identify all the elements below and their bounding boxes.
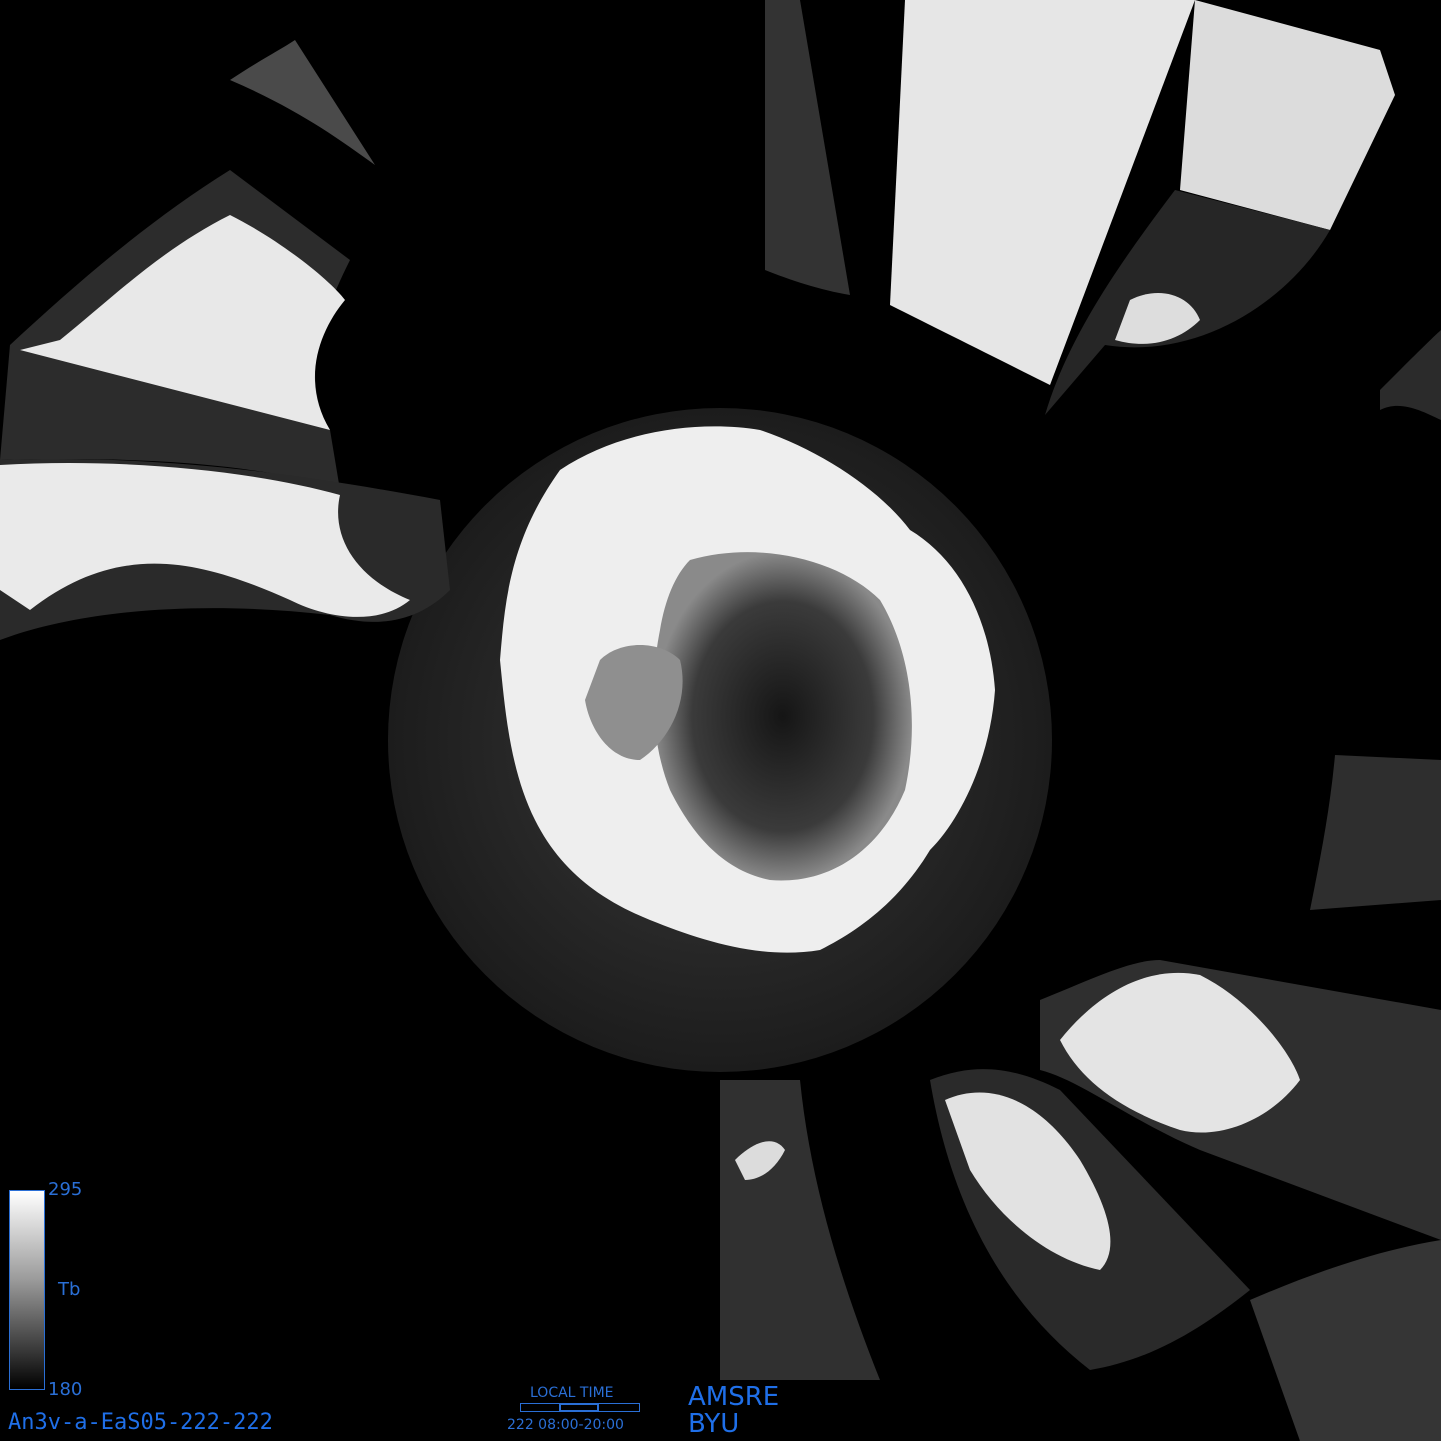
swath-top-center: [765, 0, 850, 295]
colorbar-max-label: 295: [48, 1179, 83, 1200]
local-time-range: 222 08:00-20:00: [507, 1417, 624, 1433]
swath-right-mid: [1310, 755, 1441, 910]
swath-top-right: [1180, 0, 1395, 230]
colorbar: [9, 1190, 45, 1390]
swath-bottom-right-corner: [1250, 1240, 1441, 1441]
swath-bottom-center: [720, 1080, 880, 1380]
map-canvas: 295 Tb 180 An3v-a-EaS05-222-222 LOCAL TI…: [0, 0, 1441, 1441]
product-id-label: An3v-a-EaS05-222-222: [8, 1410, 273, 1435]
local-time-title: LOCAL TIME: [530, 1385, 614, 1401]
colorbar-min-label: 180: [48, 1379, 83, 1400]
swath-top-left-small: [230, 40, 375, 165]
local-time-window: [559, 1403, 599, 1412]
local-time-bar: [520, 1403, 640, 1412]
organization-name: BYU: [688, 1409, 740, 1439]
swath-mosaic: [0, 0, 1441, 1441]
colorbar-unit-label: Tb: [58, 1279, 81, 1300]
sensor-name: AMSRE: [688, 1382, 780, 1412]
swath-right-edge: [1380, 330, 1441, 420]
